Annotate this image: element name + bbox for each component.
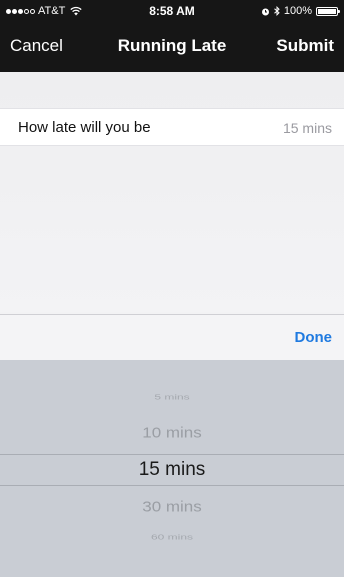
cancel-button[interactable]: Cancel: [10, 36, 63, 56]
picker-option[interactable]: 10 mins: [0, 425, 344, 442]
picker-option[interactable]: 30 mins: [0, 499, 344, 516]
picker-option[interactable]: 5 mins: [0, 393, 344, 401]
nav-bar: Cancel Running Late Submit: [0, 22, 344, 72]
status-right: 100%: [261, 5, 340, 17]
alarm-icon: [261, 8, 269, 15]
battery-icon: [316, 6, 340, 16]
screen: AT&T 8:58 AM 100% Cancel Running Late Su…: [0, 0, 344, 577]
picker-option[interactable]: 60 mins: [0, 533, 344, 541]
battery-percent: 100%: [283, 5, 312, 17]
picker-toolbar: Done: [0, 314, 344, 360]
done-button[interactable]: Done: [295, 329, 333, 346]
submit-button[interactable]: Submit: [276, 36, 334, 56]
lateness-picker-wheel[interactable]: 5 mins 10 mins 15 mins 30 mins 60 mins: [0, 360, 344, 577]
content-area: How late will you be 15 mins: [0, 72, 344, 312]
lateness-value: 15 mins: [282, 120, 332, 136]
lateness-label: How late will you be: [18, 119, 151, 136]
picker-option-selected[interactable]: 15 mins: [0, 459, 344, 481]
battery-fill: [318, 8, 336, 14]
bluetooth-icon: [274, 6, 280, 16]
lateness-row[interactable]: How late will you be 15 mins: [0, 108, 344, 146]
status-bar: AT&T 8:58 AM 100%: [0, 0, 344, 22]
header: AT&T 8:58 AM 100% Cancel Running Late Su…: [0, 0, 344, 72]
